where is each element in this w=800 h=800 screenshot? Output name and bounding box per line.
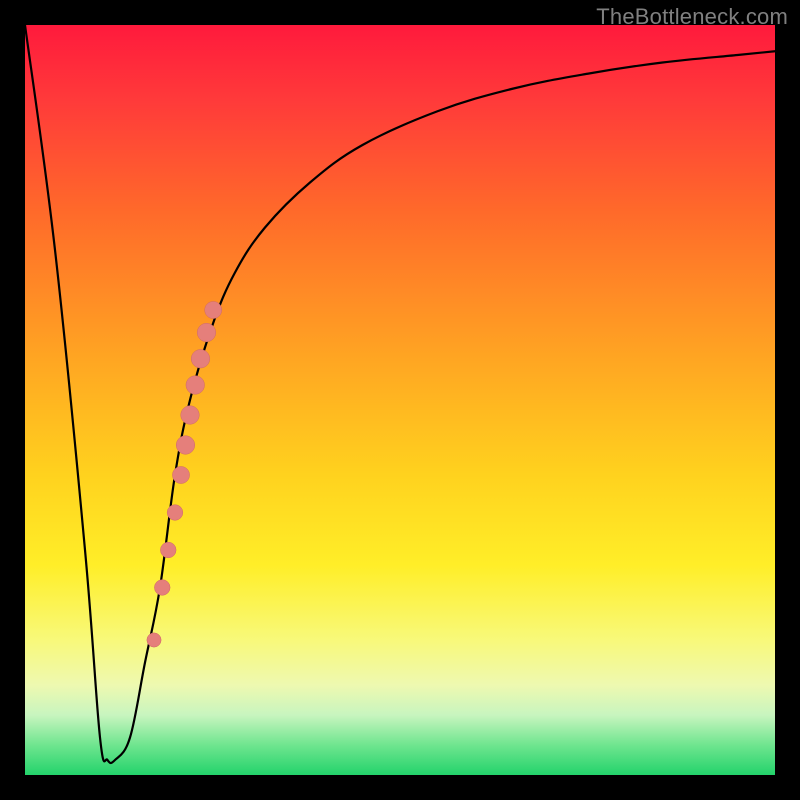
curve-marker	[160, 542, 176, 558]
bottleneck-curve	[25, 25, 775, 763]
curve-marker	[205, 301, 222, 318]
curve-marker	[154, 580, 170, 596]
curve-marker	[147, 633, 161, 647]
curve-marker	[176, 436, 195, 455]
curve-marker	[186, 376, 205, 395]
curve-marker	[167, 505, 183, 521]
watermark-text: TheBottleneck.com	[596, 4, 788, 30]
chart-svg	[25, 25, 775, 775]
chart-frame: TheBottleneck.com	[0, 0, 800, 800]
curve-marker	[181, 406, 200, 425]
curve-marker	[197, 323, 216, 342]
curve-marker	[172, 466, 189, 483]
plot-area	[25, 25, 775, 775]
curve-marker	[191, 349, 210, 368]
